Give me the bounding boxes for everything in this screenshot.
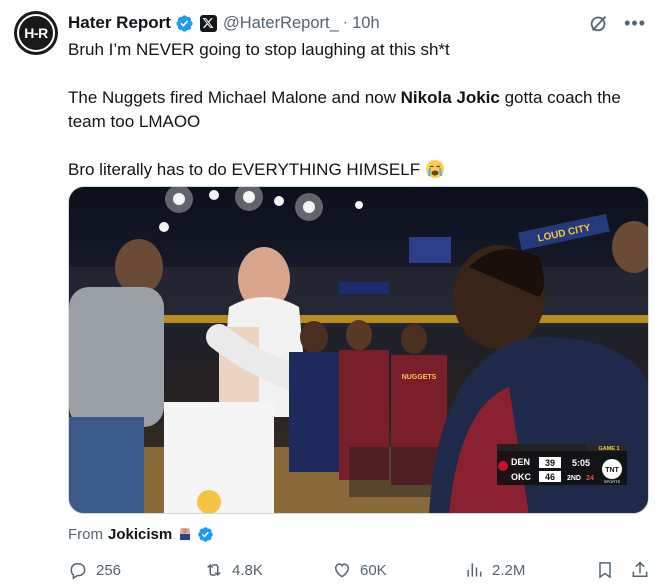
bookmark-icon (599, 562, 611, 579)
scorebug-shotclock: 24 (586, 475, 594, 482)
scorebug: GAME 1 DEN 39 OKC 46 5:05 2ND 24 TNT SPO… (497, 444, 627, 485)
bold-name: Nikola Jokic (400, 88, 500, 107)
scorebug-score1: 39 (545, 458, 555, 468)
tweet-line-1: Bruh I’m NEVER going to stop laughing at… (68, 40, 450, 59)
avatar-logo-text: H-R (17, 14, 55, 52)
scorebug-team2: OKC (511, 472, 532, 482)
tweet-media-video[interactable]: LOUD CITY NUGGETS GAME 1 DEN 39 OKC 46 5… (68, 186, 649, 514)
scorebug-score2: 46 (545, 472, 555, 482)
repost-icon (207, 563, 221, 577)
video-frame: LOUD CITY NUGGETS GAME 1 DEN 39 OKC 46 5… (69, 187, 648, 513)
bookmark-button[interactable] (595, 560, 623, 580)
author-name[interactable]: Hater Report (68, 13, 171, 33)
verified-badge-icon (176, 14, 193, 32)
like-button[interactable]: 60K (332, 560, 387, 580)
tweet-header: Hater Report @HaterReport_ · 10h ••• (68, 12, 646, 34)
reply-button[interactable]: 256 (68, 560, 121, 580)
tweet-timestamp[interactable]: 10h (352, 14, 380, 33)
scorebug-period: 2ND (567, 475, 581, 482)
scorebug-game: GAME 1 (598, 446, 619, 452)
like-count: 60K (360, 561, 387, 579)
separator-dot: · (342, 14, 349, 31)
reply-icon (70, 563, 86, 580)
share-button[interactable] (630, 560, 658, 580)
reply-count: 256 (96, 561, 122, 579)
heart-icon (334, 563, 350, 578)
views-button[interactable]: 2.2M (464, 560, 525, 580)
tweet-line-2: The Nuggets fired Michael Malone and now… (68, 88, 621, 131)
scorebug-network-sub: SPORTS (604, 479, 621, 484)
tweet-text: Bruh I’m NEVER going to stop laughing at… (68, 38, 648, 182)
repost-button[interactable]: 4.8K (204, 560, 263, 580)
tweet-line-3: Bro literally has to do EVERYTHING HIMSE… (68, 158, 648, 182)
share-icon (632, 561, 648, 577)
source-name[interactable]: Jokicism (108, 526, 172, 543)
repost-count: 4.8K (232, 561, 263, 579)
media-source-attribution: From Jokicism (68, 523, 214, 545)
scorebug-network: TNT (605, 467, 619, 474)
views-icon (467, 563, 482, 577)
tweet-action-bar: 256 4.8K 60K 2.2M (68, 558, 652, 582)
more-options-icon[interactable]: ••• (624, 14, 646, 32)
crying-face-emoji-icon (425, 160, 444, 178)
grok-icon[interactable] (588, 12, 610, 34)
scorebug-clock: 5:05 (572, 458, 590, 468)
jersey-text: NUGGETS (402, 374, 437, 381)
from-label: From (68, 525, 103, 543)
scorebug-team1: DEN (511, 457, 530, 467)
view-count: 2.2M (492, 561, 526, 579)
source-verified-badge-icon (198, 526, 213, 542)
author-handle[interactable]: @HaterReport_ (223, 14, 339, 33)
x-affiliate-badge-icon (199, 14, 217, 32)
author-avatar[interactable]: H-R (14, 11, 58, 55)
source-avatar-icon (180, 528, 191, 540)
